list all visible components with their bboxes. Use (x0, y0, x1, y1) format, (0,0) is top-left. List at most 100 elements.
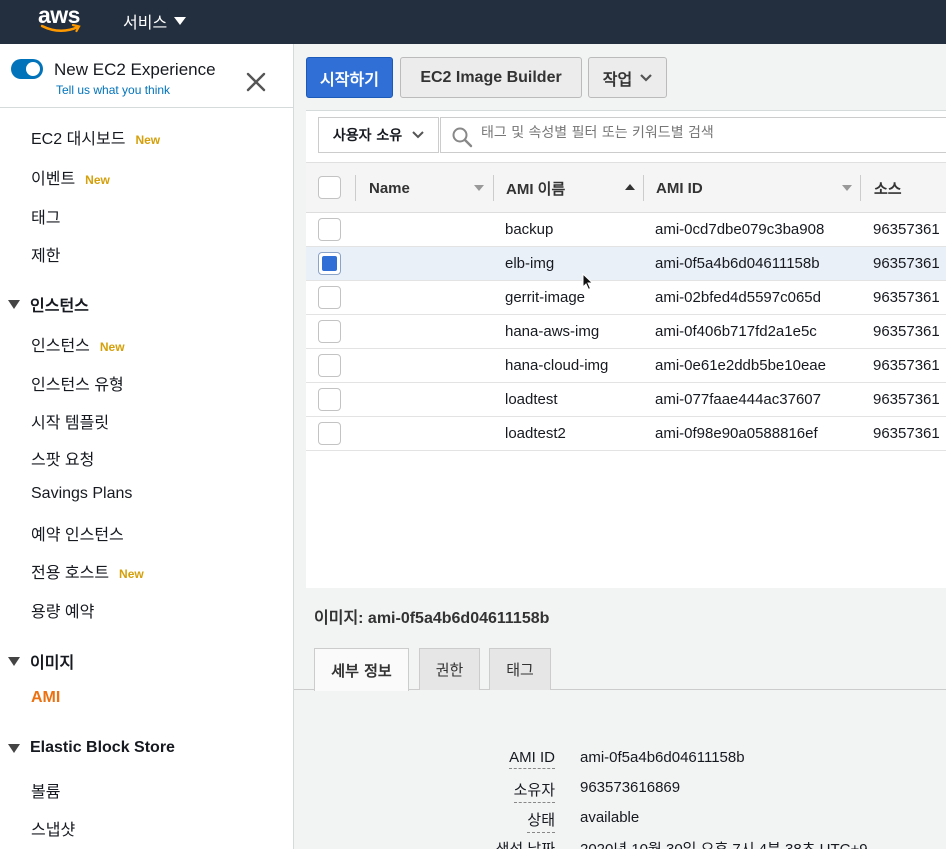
search-box[interactable] (440, 117, 946, 153)
image-builder-button[interactable]: EC2 Image Builder (400, 57, 582, 98)
table-row[interactable]: loadtest2 ami-0f98e90a0588816ef 96357361 (306, 417, 946, 451)
divider (0, 107, 294, 108)
source-cell: 96357361 (873, 391, 940, 408)
section-label: 인스턴스 (30, 298, 89, 315)
sidebar-item-label: 인스턴스 (31, 338, 90, 355)
actions-label: 작업 (602, 71, 633, 89)
sidebar-section-ebs[interactable]: Elastic Block Store (8, 739, 175, 757)
mouse-cursor-icon (582, 273, 594, 291)
ami-id-cell: ami-0e61e2ddb5be10eae (655, 357, 826, 374)
field-label-status: 상태 (527, 809, 555, 833)
ami-id-cell: ami-02bfed4d5597c065d (655, 289, 821, 306)
column-header-label: AMI 이름 (506, 180, 566, 198)
feedback-link[interactable]: Tell us what you think (56, 83, 170, 97)
row-checkbox[interactable] (318, 218, 341, 241)
services-label: 서비스 (123, 13, 168, 32)
sidebar-item-instances[interactable]: 인스턴스 New (31, 332, 125, 356)
aws-logo[interactable]: aws (38, 2, 84, 36)
chevron-down-icon (640, 73, 652, 82)
filter-bar: 사용자 소유 (306, 111, 946, 163)
sidebar-item-limits[interactable]: 제한 (31, 242, 60, 266)
row-checkbox[interactable] (318, 354, 341, 377)
sidebar-item-label: EC2 대시보드 (31, 131, 126, 148)
source-cell: 96357361 (873, 221, 940, 238)
search-input[interactable] (481, 125, 941, 141)
row-checkbox[interactable] (318, 286, 341, 309)
ami-name-cell: backup (505, 221, 554, 238)
sidebar-item-events[interactable]: 이벤트 New (31, 165, 110, 189)
sidebar-item-instance-types[interactable]: 인스턴스 유형 (31, 371, 124, 395)
ami-name-cell: hana-aws-img (505, 323, 600, 340)
ami-name-cell: elb-img (505, 255, 555, 272)
column-header-source[interactable]: 소스 (874, 163, 946, 213)
ami-name-cell: hana-cloud-img (505, 357, 609, 374)
tab-permissions[interactable]: 권한 (419, 648, 480, 690)
column-header-ami-name[interactable]: AMI 이름 (506, 163, 641, 213)
sidebar-section-images[interactable]: 이미지 (8, 649, 74, 673)
sort-icon (474, 185, 484, 191)
sidebar-section-instances[interactable]: 인스턴스 (8, 292, 89, 316)
top-navigation: aws 서비스 (0, 0, 946, 44)
sidebar-item-tags[interactable]: 태그 (31, 204, 60, 228)
sidebar-item-snapshots[interactable]: 스냅샷 (31, 816, 75, 840)
column-header-name[interactable]: Name (369, 163, 489, 213)
tab-details[interactable]: 세부 정보 (314, 648, 409, 691)
field-value-ami-id: ami-0f5a4b6d04611158b (580, 749, 745, 766)
new-experience-toggle[interactable] (11, 59, 43, 79)
search-icon (452, 127, 473, 148)
table-row[interactable]: gerrit-image ami-02bfed4d5597c065d 9635736… (306, 281, 946, 315)
tab-tags[interactable]: 태그 (489, 648, 551, 690)
table-row[interactable]: hana-aws-img ami-0f406b717fd2a1e5c 9635736… (306, 315, 946, 349)
close-icon[interactable] (244, 70, 268, 94)
ami-table-panel: 사용자 소유 Name AMI 이름 (306, 110, 946, 588)
sidebar-item-savings-plans[interactable]: Savings Plans (31, 485, 132, 503)
field-label-ami-id: AMI ID (509, 749, 555, 769)
sidebar-item-label: 전용 호스트 (31, 565, 110, 582)
table-row[interactable]: backup ami-0cd7dbe079c3ba908 96357361 (306, 213, 946, 247)
row-checkbox[interactable] (318, 252, 341, 275)
ami-id-cell: ami-0f406b717fd2a1e5c (655, 323, 817, 340)
select-all-checkbox[interactable] (318, 176, 341, 199)
field-value-created: 2020년 10월 30일 오후 7시 4분 38초 UTC+9 (580, 838, 868, 849)
row-checkbox[interactable] (318, 422, 341, 445)
column-divider (643, 175, 644, 201)
column-header-ami-id[interactable]: AMI ID (656, 163, 861, 213)
owner-filter-label: 사용자 소유 (332, 128, 403, 144)
source-cell: 96357361 (873, 323, 940, 340)
column-divider (860, 175, 861, 201)
column-divider (355, 175, 356, 201)
column-divider (493, 175, 494, 201)
ami-name-cell: loadtest (505, 391, 558, 408)
table-row[interactable]: elb-img ami-0f5a4b6d04611158b 96357361 (306, 247, 946, 281)
sidebar: New EC2 Experience Tell us what you thin… (0, 44, 294, 849)
sidebar-item-ami[interactable]: AMI (31, 689, 60, 707)
actions-dropdown[interactable]: 작업 (588, 57, 667, 98)
launch-button[interactable]: 시작하기 (306, 57, 393, 98)
sidebar-item-spot-requests[interactable]: 스팟 요청 (31, 446, 94, 470)
table-row[interactable]: hana-cloud-img ami-0e61e2ddb5be10eae 96357… (306, 349, 946, 383)
table-row[interactable]: loadtest ami-077faae444ac37607 96357361 (306, 383, 946, 417)
column-header-label: AMI ID (656, 179, 703, 197)
new-badge: New (135, 133, 161, 147)
table-header: Name AMI 이름 AMI ID 소스 (306, 163, 946, 213)
source-cell: 96357361 (873, 289, 940, 306)
sidebar-item-reserved-instances[interactable]: 예약 인스턴스 (31, 521, 124, 545)
source-cell: 96357361 (873, 425, 940, 442)
sort-icon (842, 185, 852, 191)
collapse-triangle-icon (8, 656, 20, 666)
experience-title: New EC2 Experience (54, 60, 216, 79)
sidebar-item-volumes[interactable]: 볼륨 (31, 778, 60, 802)
owner-filter-select[interactable]: 사용자 소유 (318, 117, 439, 153)
sidebar-item-dedicated-hosts[interactable]: 전용 호스트 New (31, 559, 144, 583)
row-checkbox[interactable] (318, 388, 341, 411)
services-menu[interactable]: 서비스 (123, 9, 187, 33)
source-cell: 96357361 (873, 255, 940, 272)
caret-down-icon (174, 17, 187, 25)
field-value-status: available (580, 809, 640, 826)
sidebar-item-dashboard[interactable]: EC2 대시보드 New (31, 125, 160, 149)
main-content: 시작하기 EC2 Image Builder 작업 사용자 소유 Name (294, 44, 946, 849)
aws-smile-icon (40, 24, 81, 33)
sidebar-item-launch-templates[interactable]: 시작 템플릿 (31, 409, 109, 433)
row-checkbox[interactable] (318, 320, 341, 343)
sidebar-item-capacity-reservations[interactable]: 용량 예약 (31, 598, 94, 622)
